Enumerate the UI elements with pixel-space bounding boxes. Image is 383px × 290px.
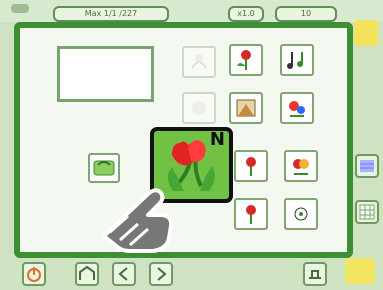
flower-tile[interactable] [284, 150, 318, 182]
power-button[interactable] [22, 262, 46, 286]
tulip-tile-1[interactable] [229, 44, 263, 76]
new-badge: N [209, 129, 225, 150]
next-button[interactable] [149, 262, 173, 286]
hand-pointer-icon [102, 188, 174, 253]
design-tile-2[interactable] [182, 92, 216, 124]
design-tile-1[interactable] [182, 46, 216, 78]
ornament-tile[interactable] [284, 198, 318, 230]
phone-tile[interactable] [88, 153, 120, 183]
value-field: 10 [275, 6, 337, 22]
music-note-tile[interactable] [280, 44, 314, 76]
yellow-corner-button-bottom[interactable] [345, 258, 375, 284]
house-tile[interactable] [229, 92, 263, 124]
yellow-corner-button-top[interactable] [354, 20, 378, 46]
top-left-indicator [11, 4, 29, 13]
top-bar: Max 1/1 /227 x1.0 10 [0, 0, 383, 46]
stitch-count-field: Max 1/1 /227 [53, 6, 169, 22]
bird-tile[interactable] [280, 92, 314, 124]
zoom-field: x1.0 [228, 6, 264, 22]
sewing-button[interactable] [303, 262, 327, 286]
design-selection-screen: Max 1/1 /227 x1.0 10 N [0, 0, 383, 290]
design-preview [57, 46, 154, 102]
grid-button[interactable] [355, 200, 379, 224]
tulip-tile-3[interactable] [234, 198, 268, 230]
home-button[interactable] [75, 262, 99, 286]
tulip-tile-2[interactable] [234, 150, 268, 182]
previous-button[interactable] [112, 262, 136, 286]
layout-button[interactable] [355, 154, 379, 178]
